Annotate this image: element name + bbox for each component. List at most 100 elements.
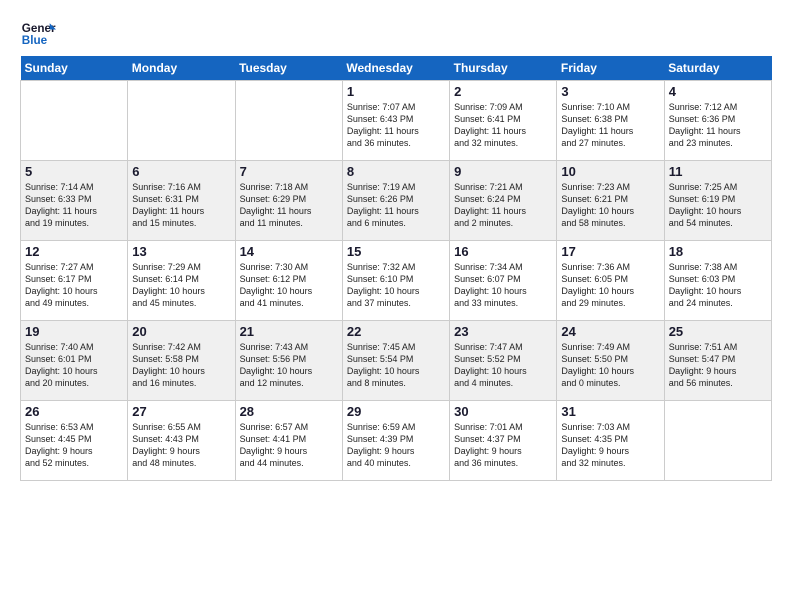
cell-info: Sunrise: 7:38 AM — [669, 261, 767, 273]
svg-text:Blue: Blue — [22, 34, 48, 47]
cell-info: Sunrise: 7:36 AM — [561, 261, 659, 273]
cell-info: Daylight: 11 hours — [454, 125, 552, 137]
cell-info: Sunset: 4:35 PM — [561, 433, 659, 445]
cell-info: Sunrise: 7:12 AM — [669, 101, 767, 113]
week-row-1: 1 Sunrise: 7:07 AMSunset: 6:43 PM Daylight… — [21, 81, 772, 161]
cell-info: Daylight: 9 hours — [669, 365, 767, 377]
date-number: 19 — [25, 324, 123, 339]
cell-info: and 49 minutes. — [25, 297, 123, 309]
date-number: 10 — [561, 164, 659, 179]
cell-info: Daylight: 9 hours — [454, 445, 552, 457]
header: General Blue — [20, 16, 772, 52]
cell-info: Sunrise: 7:47 AM — [454, 341, 552, 353]
cell-info: and 6 minutes. — [347, 217, 445, 229]
cell-info: and 24 minutes. — [669, 297, 767, 309]
cell-info: Sunset: 5:47 PM — [669, 353, 767, 365]
cell-info: Sunset: 6:10 PM — [347, 273, 445, 285]
cell-info: Sunrise: 7:49 AM — [561, 341, 659, 353]
cell-info: Daylight: 10 hours — [25, 365, 123, 377]
date-number: 28 — [240, 404, 338, 419]
cell-info: Daylight: 9 hours — [347, 445, 445, 457]
cell-info: Daylight: 10 hours — [669, 285, 767, 297]
date-number: 3 — [561, 84, 659, 99]
cell-info: Daylight: 9 hours — [240, 445, 338, 457]
cell-info: Daylight: 10 hours — [132, 285, 230, 297]
cell-info: Daylight: 11 hours — [132, 205, 230, 217]
cell-info: and 32 minutes. — [561, 457, 659, 469]
calendar-cell — [235, 81, 342, 161]
calendar-cell: 23Sunrise: 7:47 AMSunset: 5:52 PMDayligh… — [450, 321, 557, 401]
date-number: 21 — [240, 324, 338, 339]
cell-info: Sunset: 6:21 PM — [561, 193, 659, 205]
cell-info: Sunset: 6:36 PM — [669, 113, 767, 125]
week-row-3: 12Sunrise: 7:27 AMSunset: 6:17 PMDayligh… — [21, 241, 772, 321]
cell-info: Sunrise: 7:01 AM — [454, 421, 552, 433]
cell-info: Sunrise: 7:16 AM — [132, 181, 230, 193]
cell-info: Daylight: 9 hours — [132, 445, 230, 457]
date-number: 24 — [561, 324, 659, 339]
cell-info: and 44 minutes. — [240, 457, 338, 469]
cell-info: Daylight: 10 hours — [454, 285, 552, 297]
cell-info: and 52 minutes. — [25, 457, 123, 469]
cell-info: Daylight: 11 hours — [454, 205, 552, 217]
day-header-saturday: Saturday — [664, 56, 771, 81]
calendar-cell: 19Sunrise: 7:40 AMSunset: 6:01 PMDayligh… — [21, 321, 128, 401]
cell-info: Sunrise: 7:19 AM — [347, 181, 445, 193]
cell-info: Daylight: 11 hours — [669, 125, 767, 137]
cell-info: and 45 minutes. — [132, 297, 230, 309]
cell-info: Sunset: 5:58 PM — [132, 353, 230, 365]
cell-info: Sunset: 6:43 PM — [347, 113, 445, 125]
date-number: 27 — [132, 404, 230, 419]
cell-info: Sunset: 6:01 PM — [25, 353, 123, 365]
cell-info: and 12 minutes. — [240, 377, 338, 389]
cell-info: Sunrise: 7:21 AM — [454, 181, 552, 193]
cell-info: Sunset: 5:56 PM — [240, 353, 338, 365]
calendar-cell: 1Sunrise: 7:07 AMSunset: 6:43 PMDaylight… — [342, 81, 449, 161]
cell-info: and 33 minutes. — [454, 297, 552, 309]
calendar-cell: 9Sunrise: 7:21 AMSunset: 6:24 PMDaylight… — [450, 161, 557, 241]
calendar-cell: 30Sunrise: 7:01 AMSunset: 4:37 PMDayligh… — [450, 401, 557, 481]
cell-info: Daylight: 10 hours — [25, 285, 123, 297]
day-header-wednesday: Wednesday — [342, 56, 449, 81]
calendar-cell: 12Sunrise: 7:27 AMSunset: 6:17 PMDayligh… — [21, 241, 128, 321]
cell-info: Sunset: 6:31 PM — [132, 193, 230, 205]
calendar-cell: 16Sunrise: 7:34 AMSunset: 6:07 PMDayligh… — [450, 241, 557, 321]
calendar-cell: 17Sunrise: 7:36 AMSunset: 6:05 PMDayligh… — [557, 241, 664, 321]
date-number: 17 — [561, 244, 659, 259]
date-number: 30 — [454, 404, 552, 419]
cell-info: Sunrise: 7:18 AM — [240, 181, 338, 193]
calendar-cell: 14Sunrise: 7:30 AMSunset: 6:12 PMDayligh… — [235, 241, 342, 321]
calendar-cell: 3Sunrise: 7:10 AMSunset: 6:38 PMDaylight… — [557, 81, 664, 161]
calendar-cell — [664, 401, 771, 481]
cell-info: Sunrise: 7:03 AM — [561, 421, 659, 433]
cell-info: Daylight: 10 hours — [240, 365, 338, 377]
cell-info: Daylight: 10 hours — [347, 285, 445, 297]
cell-info: Daylight: 10 hours — [561, 365, 659, 377]
cell-info: Sunrise: 7:32 AM — [347, 261, 445, 273]
calendar-cell: 4Sunrise: 7:12 AMSunset: 6:36 PMDaylight… — [664, 81, 771, 161]
cell-info: and 19 minutes. — [25, 217, 123, 229]
date-number: 1 — [347, 84, 445, 99]
cell-info: Sunrise: 7:51 AM — [669, 341, 767, 353]
cell-info: Daylight: 11 hours — [347, 205, 445, 217]
cell-info: and 56 minutes. — [669, 377, 767, 389]
cell-info: Daylight: 11 hours — [240, 205, 338, 217]
cell-info: Sunset: 5:54 PM — [347, 353, 445, 365]
cell-info: Sunrise: 7:43 AM — [240, 341, 338, 353]
cell-info: Daylight: 9 hours — [25, 445, 123, 457]
calendar-cell: 13Sunrise: 7:29 AMSunset: 6:14 PMDayligh… — [128, 241, 235, 321]
calendar-cell — [21, 81, 128, 161]
cell-info: Sunrise: 7:27 AM — [25, 261, 123, 273]
cell-info: Sunrise: 7:07 AM — [347, 101, 445, 113]
cell-info: Sunset: 6:29 PM — [240, 193, 338, 205]
cell-info: Daylight: 10 hours — [454, 365, 552, 377]
cell-info: and 32 minutes. — [454, 137, 552, 149]
calendar-cell: 22Sunrise: 7:45 AMSunset: 5:54 PMDayligh… — [342, 321, 449, 401]
cell-info: Daylight: 10 hours — [669, 205, 767, 217]
calendar-cell: 10Sunrise: 7:23 AMSunset: 6:21 PMDayligh… — [557, 161, 664, 241]
cell-info: and 41 minutes. — [240, 297, 338, 309]
day-header-friday: Friday — [557, 56, 664, 81]
date-number: 15 — [347, 244, 445, 259]
cell-info: Daylight: 10 hours — [347, 365, 445, 377]
page: General Blue SundayMondayTuesdayWednesda… — [0, 0, 792, 491]
